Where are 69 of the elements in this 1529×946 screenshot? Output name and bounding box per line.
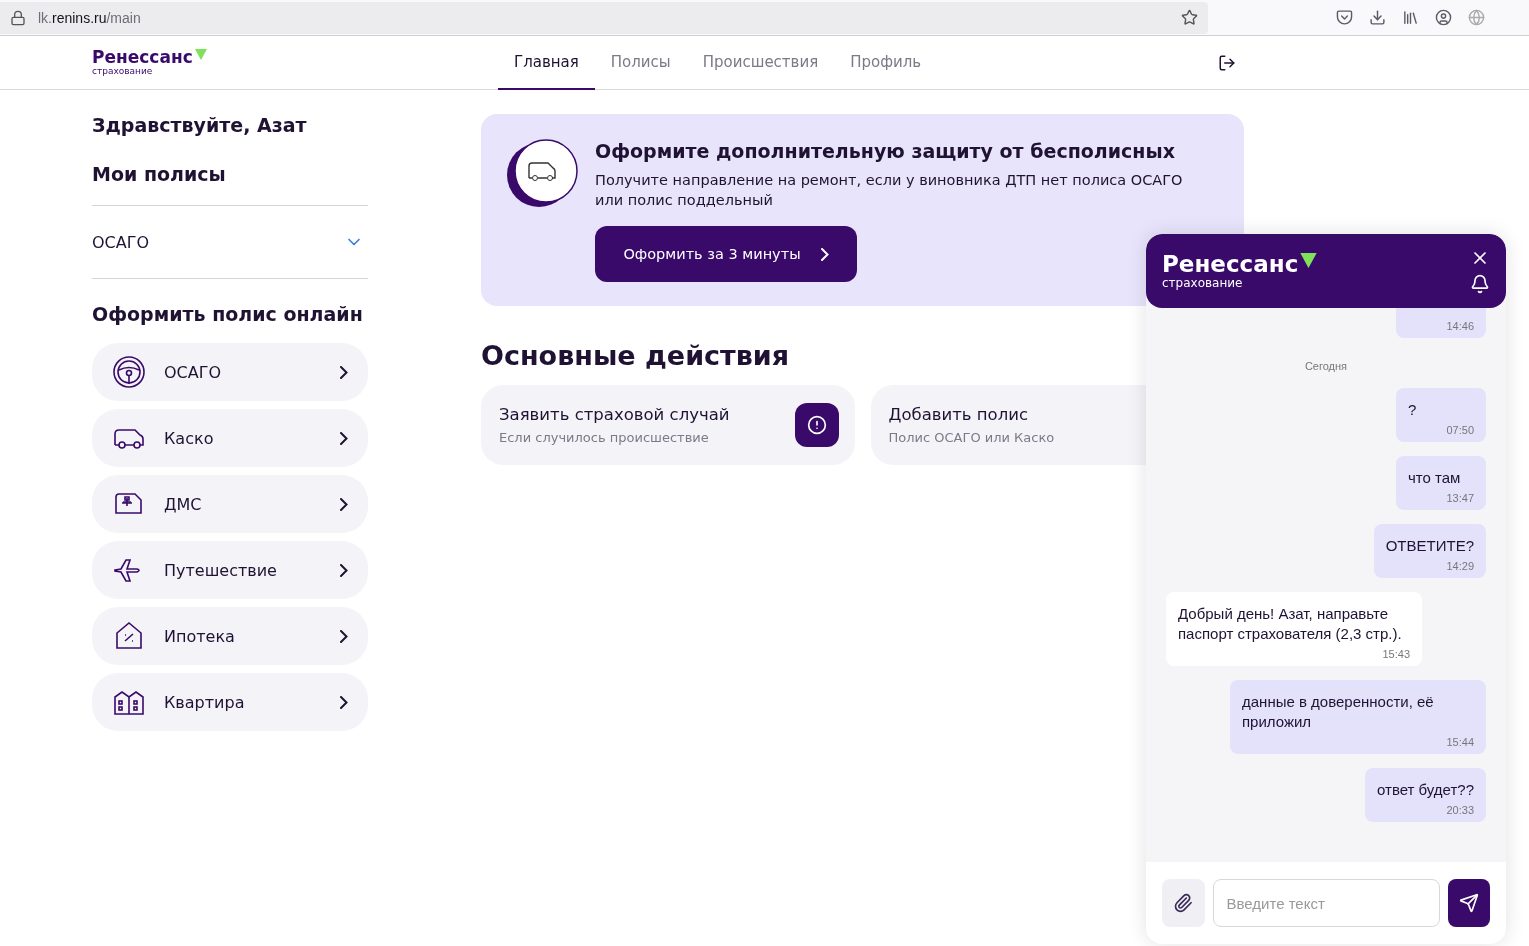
message-text: ?	[1408, 400, 1418, 420]
promo-text: Получите направление на ремонт, если у виновника ДТП нет полиса ОСАГО или полис поддельный	[595, 171, 1184, 210]
section-title: Оформить полис онлайн	[92, 303, 364, 325]
message-text: что там	[1408, 468, 1462, 488]
account-icon[interactable]	[1435, 9, 1452, 26]
alert-button[interactable]	[794, 403, 839, 447]
message-time: 07:50	[1446, 424, 1474, 436]
action-subtitle: Полис ОСАГО или Каско	[888, 430, 1056, 445]
logo-subtitle: страхование	[92, 66, 154, 76]
address-bar[interactable]: lk.renins.ru/main	[0, 1, 1208, 34]
chevron-right-icon	[340, 695, 348, 709]
product-item[interactable]: ОСАГО	[92, 343, 368, 401]
action-subtitle: Если случилось происшествие	[499, 430, 710, 445]
message-time: 20:33	[1446, 804, 1474, 816]
chevron-right-icon	[340, 629, 348, 643]
chevron-right-icon	[340, 431, 348, 445]
action-card[interactable]: Заявить страховой случай Если случилось происшествие	[481, 385, 855, 465]
steering-wheel-icon	[112, 355, 146, 389]
logo-text: Ренессанс	[92, 49, 193, 66]
section-title: Основные действия	[481, 340, 791, 371]
message-text: данные в доверенности, её приложил	[1242, 692, 1435, 732]
product-item[interactable]: ДМС	[92, 475, 368, 533]
message-time: 13:47	[1446, 492, 1474, 504]
logo-subtitle: страхование	[1162, 275, 1244, 290]
attach-button[interactable]	[1162, 879, 1205, 927]
nav-tab[interactable]: Полисы	[594, 35, 687, 90]
logout-icon[interactable]	[1218, 53, 1236, 72]
library-icon[interactable]	[1402, 9, 1419, 26]
star-icon[interactable]	[1181, 9, 1198, 26]
chevron-right-icon	[340, 563, 348, 577]
promo-title: Оформите дополнительную защиту от бесполисных	[595, 140, 1176, 162]
nav-tab[interactable]: Происшествия	[686, 35, 835, 90]
product-item[interactable]: Путешествие	[92, 541, 368, 599]
product-item[interactable]: Квартира	[92, 673, 368, 731]
logo-triangle-icon	[1300, 252, 1318, 268]
chevron-right-icon	[820, 247, 829, 261]
logo-triangle-icon	[194, 49, 207, 60]
product-item[interactable]: Каско	[92, 409, 368, 467]
pocket-icon[interactable]	[1336, 9, 1353, 26]
action-title: Добавить полис	[888, 405, 1030, 424]
lock-icon	[10, 9, 26, 26]
greeting: Здравствуйте, Азат	[92, 114, 308, 136]
send-button[interactable]	[1447, 879, 1490, 927]
action-title: Заявить страховой случай	[499, 405, 731, 424]
url-text: lk.renins.ru/main	[38, 9, 142, 26]
message-text: ответ будет??	[1377, 780, 1474, 800]
section-title: Мои полисы	[92, 163, 227, 185]
policy-row[interactable]: ОСАГО	[92, 205, 368, 279]
message-text: Добрый день! Азат, направьте паспорт страхователя (2,3 стр.).	[1178, 604, 1403, 644]
bell-icon[interactable]	[1470, 274, 1490, 294]
message-time: 14:46	[1446, 320, 1474, 332]
message-time: 15:44	[1446, 736, 1474, 748]
nav-tab[interactable]: Профиль	[834, 35, 938, 90]
nav-tab[interactable]: Главная	[498, 35, 595, 90]
message-time: 14:29	[1446, 560, 1474, 572]
date-separator: Сегодня	[1304, 360, 1348, 372]
car-badge-icon	[505, 138, 579, 208]
message-input[interactable]: Введите текст	[1212, 879, 1440, 927]
message-time: 15:43	[1382, 648, 1410, 660]
send-icon	[1458, 893, 1479, 913]
message-text: ОТВЕТИТЕ?	[1385, 536, 1474, 556]
download-icon[interactable]	[1369, 9, 1386, 26]
logo-text: Ренессанс	[1162, 252, 1299, 276]
promo-button[interactable]: Оформить за 3 минуты	[595, 226, 857, 282]
chevron-right-icon	[340, 497, 348, 511]
chevron-right-icon	[340, 365, 348, 379]
product-item[interactable]: Ипотека	[92, 607, 368, 665]
paperclip-icon	[1173, 893, 1194, 913]
alert-icon	[806, 415, 827, 435]
